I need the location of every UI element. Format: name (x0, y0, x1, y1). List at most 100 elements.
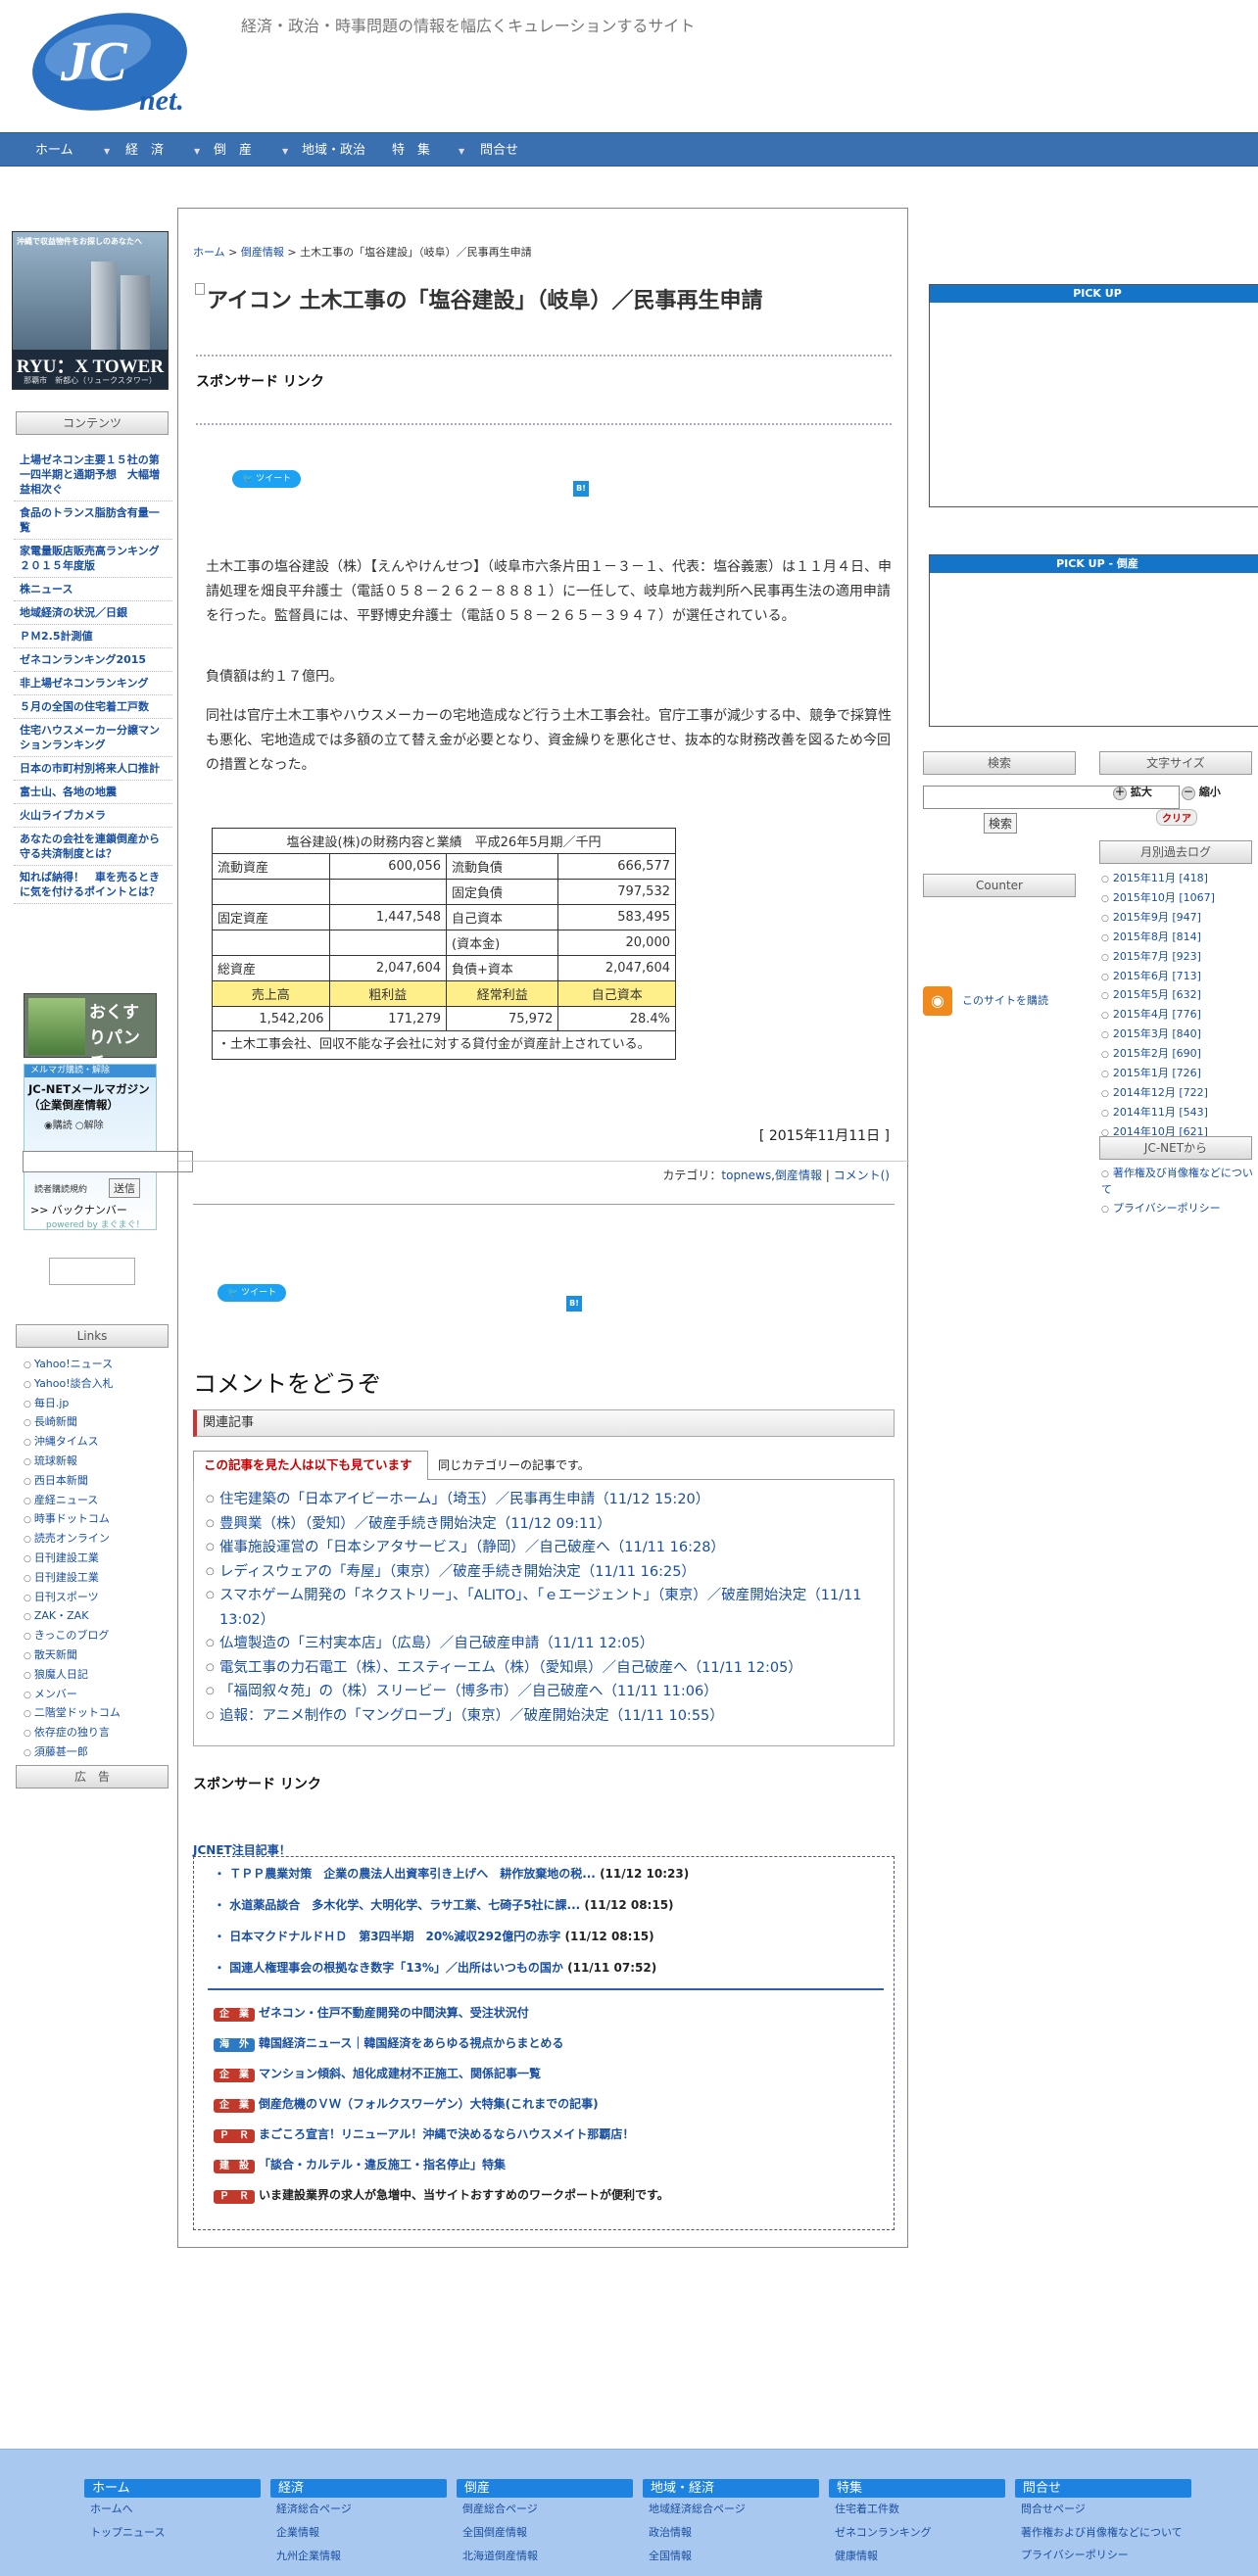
content-link[interactable]: 火山ライブカメラ (14, 804, 172, 828)
nav-contact[interactable]: 問合せ (480, 133, 518, 167)
footer-link[interactable]: 住宅着工件数 (829, 2498, 1005, 2521)
archive-link[interactable]: 2015年4月 [776] (1101, 1006, 1256, 1026)
archive-link[interactable]: 2015年7月 [923] (1101, 948, 1256, 968)
backnumber-link[interactable]: >> バックナンバー (30, 1202, 127, 1217)
content-link[interactable]: 上場ゼネコン主要１５社の第一四半期と通期予想 大幅増益相次ぐ (14, 449, 172, 501)
feature-item[interactable]: Ｐ Ｒ いま建設業界の求人が急増中、当サイトおすすめのワークポートが便利です。 (214, 2186, 669, 2204)
content-link[interactable]: 知れば納得！ 車を売るときに気を付けるポイントとは？ (14, 866, 172, 904)
shrink-button[interactable]: － 縮小 (1182, 784, 1221, 800)
footer-link[interactable]: 全国情報 (643, 2545, 819, 2568)
archive-link[interactable]: 2015年10月 [1067] (1101, 889, 1256, 909)
radio-unsubscribe[interactable]: ○ (75, 1121, 84, 1131)
footer-link[interactable]: 経済総合ページ (270, 2498, 447, 2521)
archive-link[interactable]: 2014年11月 [543] (1101, 1104, 1256, 1123)
archive-link[interactable]: 2015年5月 [632] (1101, 986, 1256, 1006)
nav-region-politics[interactable]: 地域・政治 (302, 133, 365, 167)
privacy-link[interactable]: プライバシーポリシー (1101, 1200, 1258, 1219)
content-link[interactable]: ＰＭ2.5計測値 (14, 625, 172, 648)
news-item[interactable]: ・ 水道薬品談合 多木化学、大明化学、ラサ工業、七碕子5社に課... (11/1… (214, 1896, 674, 1913)
kusuri-punch-banner[interactable]: おくすりパンチ (24, 993, 157, 1073)
footer-link[interactable]: 北海道倒産情報 (457, 2545, 633, 2568)
feature-item[interactable]: 海 外韓国経済ニュース｜韓国経済をあらゆる視点からまとめる (214, 2034, 563, 2052)
external-link[interactable]: きっこのブログ (24, 1627, 172, 1646)
hatena-bookmark-button[interactable]: B! (573, 481, 589, 497)
content-link[interactable]: 住宅ハウスメーカー分譲マンションランキング (14, 719, 172, 757)
footer-link[interactable]: 九州企業情報 (270, 2545, 447, 2568)
external-link[interactable]: 時事ドットコム (24, 1510, 172, 1530)
related-article-link[interactable]: 追報：アニメ制作の「マングローブ」（東京）／破産開始決定（11/11 10:55… (206, 1704, 888, 1729)
feature-item[interactable]: 企 業倒産危機のＶＷ（フォルクスワーゲン）大特集(これまでの記事) (214, 2095, 599, 2113)
feature-item[interactable]: 企 業マンション傾斜、旭化成建材不正施工、関係記事一覧 (214, 2065, 541, 2082)
related-article-link[interactable]: 電気工事の力石電工（株）、エスティーエム（株）（愛知県）／自己破産へ（11/11… (206, 1656, 888, 1681)
external-link[interactable]: 日刊建設工業 (24, 1569, 172, 1589)
feature-item[interactable]: Ｐ Ｒ まごころ宣言！リニューアル！沖縄で決めるならハウスメイト那覇店！ (214, 2125, 634, 2143)
archive-link[interactable]: 2015年8月 [814] (1101, 929, 1256, 948)
content-link[interactable]: 食品のトランス脂肪含有量一覧 (14, 501, 172, 540)
breadcrumb-home[interactable]: ホーム (193, 246, 225, 259)
content-link[interactable]: ５月の全国の住宅着工戸数 (14, 695, 172, 719)
archive-link[interactable]: 2015年11月 [418] (1101, 870, 1256, 889)
related-article-link[interactable]: レディスウェアの「寿屋」（東京）／破産手続き開始決定（11/11 16:25） (206, 1560, 888, 1585)
tab-same-category[interactable]: 同じカテゴリーの記事です。 (438, 1451, 590, 1480)
external-link[interactable]: 須藤甚一郎 (24, 1743, 172, 1763)
footer-link[interactable]: 著作権および肖像権などについて (1015, 2521, 1191, 2544)
radio-subscribe[interactable]: ◉ (44, 1121, 53, 1131)
nav-feature[interactable]: 特 集 (392, 133, 430, 167)
site-logo[interactable]: JC net. (29, 8, 216, 117)
footer-link[interactable]: 問合せページ (1015, 2498, 1191, 2521)
footer-link[interactable]: 健康情報 (829, 2545, 1005, 2568)
footer-link[interactable]: トップニュース (84, 2521, 261, 2545)
content-link[interactable]: ゼネコンランキング2015 (14, 648, 172, 672)
related-article-link[interactable]: 住宅建築の「日本アイビーホーム」（埼玉）／民事再生申請（11/12 15:20） (206, 1488, 888, 1512)
footer-link[interactable]: 倒産総合ページ (457, 2498, 633, 2521)
external-link[interactable]: 依存症の独り言 (24, 1724, 172, 1743)
category-link-topnews[interactable]: topnews (721, 1169, 771, 1182)
footer-heading[interactable]: 問合せ (1015, 2479, 1191, 2498)
external-link[interactable]: メンバー (24, 1686, 172, 1705)
footer-link[interactable]: 全国倒産情報 (457, 2521, 633, 2545)
related-article-link[interactable]: 豊興業（株）（愛知）／破産手続き開始決定（11/12 09:11） (206, 1512, 888, 1537)
external-link[interactable]: ZAK・ZAK (24, 1607, 172, 1627)
hatena-bookmark-button[interactable]: B! (566, 1296, 582, 1312)
archive-link[interactable]: 2015年3月 [840] (1101, 1026, 1256, 1045)
related-article-link[interactable]: 催事施設運営の「日本シアタサービス」（静岡）／自己破産へ（11/11 16:28… (206, 1536, 888, 1560)
footer-link[interactable]: プライバシーポリシー (1015, 2544, 1191, 2567)
footer-link[interactable]: 企業情報 (270, 2521, 447, 2545)
news-item[interactable]: ・ 日本マクドナルドＨＤ 第3四半期 20%減収292億円の赤字 (11/12 … (214, 1928, 654, 1944)
news-item[interactable]: ・ 国連人権理事会の根拠なき数字「13%」／出所はいつもの国か (11/11 0… (214, 1959, 656, 1976)
news-item[interactable]: ・ ＴＰＰ農業対策 企業の農法人出資率引き上げへ 耕作放棄地の税... (11/… (214, 1865, 689, 1882)
content-link[interactable]: 富士山、各地の地震 (14, 781, 172, 804)
external-link[interactable]: 産経ニュース (24, 1492, 172, 1511)
mag-email-input[interactable] (23, 1151, 193, 1172)
tower-banner[interactable]: 沖縄で収益物件をお探しのあなたへ RYU：X TOWER 那覇市 新都心（リュー… (12, 231, 169, 390)
nav-home[interactable]: ホーム (35, 133, 73, 167)
nav-bankruptcy[interactable]: 倒 産 (214, 133, 252, 167)
search-button[interactable]: 検索 (984, 813, 1018, 834)
external-link[interactable]: Yahoo!談合入札 (24, 1375, 172, 1395)
related-article-link[interactable]: 「福岡叙々苑」の（株）スリービー（博多市）／自己破産へ（11/11 11:06） (206, 1680, 888, 1704)
footer-heading[interactable]: 地域・経済 (643, 2479, 819, 2498)
copyright-link[interactable]: 著作権及び肖像権などについて (1101, 1166, 1258, 1198)
clear-button[interactable]: クリア (1156, 809, 1197, 826)
footer-link[interactable]: 政治情報 (643, 2521, 819, 2545)
content-link[interactable]: あなたの会社を連鎖倒産から守る共済制度とは？ (14, 828, 172, 866)
rss-link[interactable]: ◉ このサイトを購読 (923, 986, 1048, 1016)
footer-link[interactable]: ホームへ (84, 2498, 261, 2521)
tab-viewed[interactable]: この記事を見た人は以下も見ています (193, 1451, 428, 1480)
content-link[interactable]: 地域経済の状況／日銀 (14, 601, 172, 625)
comment-link[interactable]: コメント() (834, 1169, 890, 1182)
external-link[interactable]: 読売オンライン (24, 1530, 172, 1550)
footer-heading[interactable]: 経済 (270, 2479, 447, 2498)
external-link[interactable]: Yahoo!ニュース (24, 1356, 172, 1375)
feature-item[interactable]: 建 設「談合・カルテル・違反施工・指名停止」特集 (214, 2156, 506, 2173)
external-link[interactable]: 散天新聞 (24, 1646, 172, 1666)
footer-link[interactable]: 地域経済総合ページ (643, 2498, 819, 2521)
archive-link[interactable]: 2015年9月 [947] (1101, 909, 1256, 929)
footer-link[interactable]: ゼネコンランキング (829, 2521, 1005, 2545)
enlarge-button[interactable]: ＋ 拡大 (1113, 784, 1152, 800)
archive-link[interactable]: 2015年1月 [726] (1101, 1065, 1256, 1084)
external-link[interactable]: 西日本新聞 (24, 1472, 172, 1492)
external-link[interactable]: 毎日.jp (24, 1395, 172, 1414)
mag-terms[interactable]: 読者購読規約 (34, 1182, 87, 1195)
external-link[interactable]: 狼魔人日記 (24, 1666, 172, 1686)
